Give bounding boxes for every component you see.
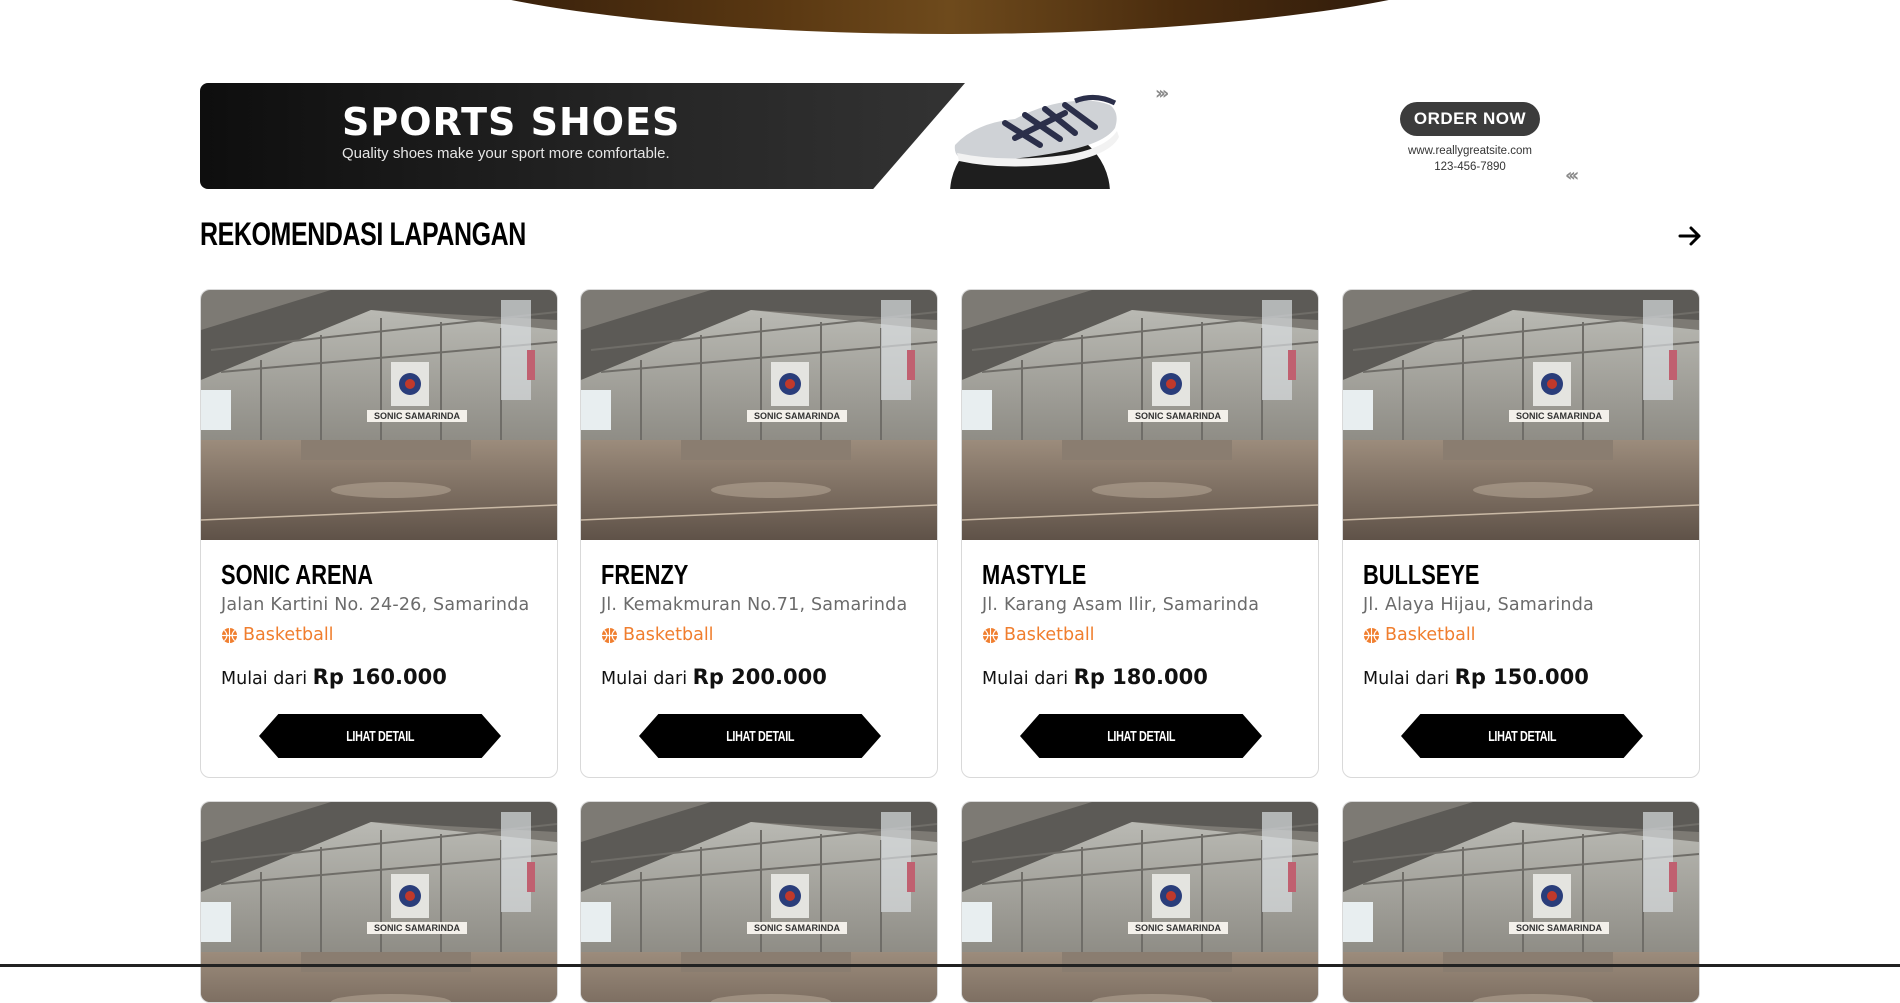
price-prefix: Mulai dari <box>601 669 688 689</box>
order-now-button[interactable]: ORDER NOW <box>1400 102 1540 136</box>
venue-sport-label: Basketball <box>1385 625 1476 645</box>
venue-sport: Basketball <box>221 625 537 645</box>
price-prefix: Mulai dari <box>221 669 308 689</box>
venue-sport: Basketball <box>1363 625 1679 645</box>
chevrons-right-icon: ››› <box>1155 83 1169 104</box>
venue-card[interactable]: SONIC SAMARINDA FRENZY Jl. Kemakmuran No… <box>580 289 938 778</box>
venue-image-caption: SONIC SAMARINDA <box>1135 411 1222 421</box>
venue-sport-label: Basketball <box>623 625 714 645</box>
venue-name: FRENZY <box>601 559 689 590</box>
venue-name: MASTYLE <box>982 559 1087 590</box>
venue-card[interactable]: SONIC SAMARINDA <box>961 801 1319 1003</box>
venue-price-value: Rp 200.000 <box>692 665 827 689</box>
price-prefix: Mulai dari <box>982 669 1069 689</box>
venue-name: BULLSEYE <box>1363 559 1480 590</box>
basketball-icon <box>221 627 238 643</box>
section-title: REKOMENDASI LAPANGAN <box>200 216 526 252</box>
venue-address: Jl. Kemakmuran No.71, Samarinda <box>601 595 908 615</box>
venue-card[interactable]: SONIC SAMARINDA SONIC ARENA Jalan Kartin… <box>200 289 558 778</box>
view-detail-button[interactable]: LIHAT DETAIL <box>259 714 501 758</box>
venue-image[interactable]: SONIC SAMARINDA <box>201 290 557 540</box>
venue-image-caption: SONIC SAMARINDA <box>754 411 841 421</box>
venue-card[interactable]: SONIC SAMARINDA <box>200 801 558 1003</box>
venue-image[interactable]: SONIC SAMARINDA <box>1343 802 1699 1003</box>
view-detail-button[interactable]: LIHAT DETAIL <box>1020 714 1262 758</box>
view-detail-button[interactable]: LIHAT DETAIL <box>1401 714 1643 758</box>
venue-image[interactable]: SONIC SAMARINDA <box>962 802 1318 1003</box>
venue-price-value: Rp 150.000 <box>1454 665 1589 689</box>
view-detail-button[interactable]: LIHAT DETAIL <box>639 714 881 758</box>
price-prefix: Mulai dari <box>1363 669 1450 689</box>
venue-image[interactable]: SONIC SAMARINDA <box>201 802 557 1003</box>
hero-image-edge <box>380 0 1520 34</box>
banner-title: SPORTS SHOES <box>342 100 681 144</box>
basketball-icon <box>1363 627 1380 643</box>
venue-card[interactable]: SONIC SAMARINDA MASTYLE Jl. Karang Asam … <box>961 289 1319 778</box>
venue-image-caption: SONIC SAMARINDA <box>754 923 841 933</box>
venue-image[interactable]: SONIC SAMARINDA <box>581 290 937 540</box>
venue-price-value: Rp 160.000 <box>312 665 447 689</box>
venue-image-caption: SONIC SAMARINDA <box>374 411 461 421</box>
venue-card[interactable]: SONIC SAMARINDA <box>580 801 938 1003</box>
venue-image-caption: SONIC SAMARINDA <box>374 923 461 933</box>
arrow-right-icon[interactable] <box>1672 218 1708 254</box>
banner-contact: www.reallygreatsite.com 123-456-7890 <box>1370 143 1570 175</box>
banner-phone: 123-456-7890 <box>1434 161 1506 173</box>
venue-price-value: Rp 180.000 <box>1073 665 1208 689</box>
venue-address: Jalan Kartini No. 24-26, Samarinda <box>221 595 530 615</box>
venue-address: Jl. Karang Asam Ilir, Samarinda <box>982 595 1260 615</box>
basketball-icon <box>601 627 618 643</box>
venue-price: Mulai dari Rp 160.000 <box>221 665 537 689</box>
venue-sport: Basketball <box>982 625 1298 645</box>
venue-address: Jl. Alaya Hijau, Samarinda <box>1363 595 1594 615</box>
venue-card[interactable]: SONIC SAMARINDA BULLSEYE Jl. Alaya Hijau… <box>1342 289 1700 778</box>
banner-subtitle: Quality shoes make your sport more comfo… <box>342 145 670 162</box>
venue-sport: Basketball <box>601 625 917 645</box>
venue-image[interactable]: SONIC SAMARINDA <box>1343 290 1699 540</box>
venue-price: Mulai dari Rp 180.000 <box>982 665 1298 689</box>
venue-image-caption: SONIC SAMARINDA <box>1516 923 1603 933</box>
venue-image-caption: SONIC SAMARINDA <box>1135 923 1222 933</box>
banner-website: www.reallygreatsite.com <box>1408 145 1532 157</box>
venue-sport-label: Basketball <box>243 625 334 645</box>
venue-card[interactable]: SONIC SAMARINDA <box>1342 801 1700 1003</box>
venue-image[interactable]: SONIC SAMARINDA <box>962 290 1318 540</box>
basketball-icon <box>982 627 999 643</box>
venue-image[interactable]: SONIC SAMARINDA <box>581 802 937 1003</box>
venue-image-caption: SONIC SAMARINDA <box>1516 411 1603 421</box>
venue-sport-label: Basketball <box>1004 625 1095 645</box>
promo-banner[interactable]: SPORTS SHOES Quality shoes make your spo… <box>200 83 1700 189</box>
venue-price: Mulai dari Rp 150.000 <box>1363 665 1679 689</box>
shoe-image <box>945 83 1185 189</box>
venue-price: Mulai dari Rp 200.000 <box>601 665 917 689</box>
venue-name: SONIC ARENA <box>221 559 374 590</box>
